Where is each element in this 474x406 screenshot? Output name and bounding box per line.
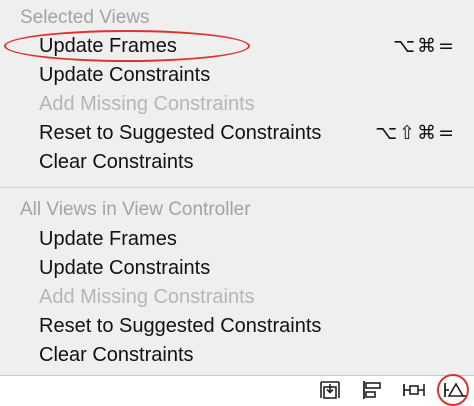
menu-item-all-update-constraints[interactable]: Update Constraints [0,254,474,282]
menu-item-label: Add Missing Constraints [39,286,255,308]
keyboard-shortcut: ⌥⌘= [393,35,456,57]
align-icon [363,381,381,399]
menu-item-update-constraints[interactable]: Update Constraints [0,61,474,89]
update-frames-button[interactable] [318,380,342,400]
keyboard-shortcut: ⌥⇧⌘= [375,122,456,144]
menu-item-all-update-frames[interactable]: Update Frames [0,225,474,253]
update-frames-icon [320,381,340,399]
menu-item-label: Update Constraints [39,64,211,86]
menu-item-all-reset-to-suggested-constraints[interactable]: Reset to Suggested Constraints [0,312,474,340]
menu-item-add-missing-constraints: Add Missing Constraints [0,90,474,118]
menu-item-label: Update Frames [39,35,177,57]
pin-icon [403,384,425,396]
resolve-auto-layout-issues-menu: Selected Views Update Frames ⌥⌘= Update … [0,0,474,376]
menu-separator [0,187,474,188]
section-header-selected-views: Selected Views [20,7,150,28]
menu-item-label: Reset to Suggested Constraints [39,315,322,337]
menu-item-reset-to-suggested-constraints[interactable]: Reset to Suggested Constraints ⌥⇧⌘= [0,119,474,147]
resolve-auto-layout-issues-button[interactable] [443,380,467,400]
pin-button[interactable] [402,380,426,400]
menu-item-all-add-missing-constraints: Add Missing Constraints [0,283,474,311]
menu-item-label: Add Missing Constraints [39,93,255,115]
resolve-auto-layout-issues-icon [444,382,466,397]
menu-item-label: Clear Constraints [39,344,194,366]
menu-item-label: Clear Constraints [39,151,194,173]
auto-layout-toolbar [310,374,474,406]
menu-item-label: Update Frames [39,228,177,250]
menu-item-all-clear-constraints[interactable]: Clear Constraints [0,341,474,369]
align-button[interactable] [360,380,384,400]
section-header-all-views: All Views in View Controller [20,199,251,220]
menu-item-clear-constraints[interactable]: Clear Constraints [0,148,474,176]
menu-item-label: Reset to Suggested Constraints [39,122,322,144]
menu-item-update-frames[interactable]: Update Frames ⌥⌘= [0,32,474,60]
menu-item-label: Update Constraints [39,257,211,279]
